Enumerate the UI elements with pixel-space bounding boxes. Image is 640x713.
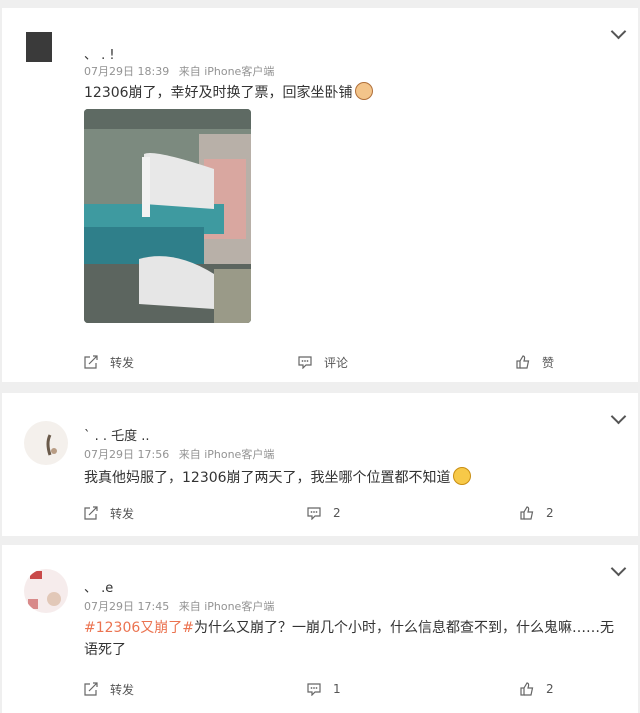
like-button[interactable]: 2: [520, 677, 554, 701]
post-text: #12306又崩了#为什么又崩了？一崩几个小时，什么信息都查不到，什么鬼嘛……无…: [84, 617, 624, 661]
post-image[interactable]: [84, 109, 251, 323]
post-date[interactable]: 07月29日 18:39: [84, 65, 169, 78]
post-date[interactable]: 07月29日 17:56: [84, 448, 169, 461]
avatar[interactable]: [24, 421, 68, 465]
post-source: 来自 iPhone客户端: [178, 600, 275, 613]
comment-icon: [298, 355, 312, 369]
avatar[interactable]: [26, 32, 52, 62]
comment-count: 2: [333, 506, 341, 520]
repost-button[interactable]: 转发: [84, 350, 134, 374]
chevron-down-icon[interactable]: [610, 408, 627, 425]
post-date[interactable]: 07月29日 17:45: [84, 600, 169, 613]
comment-button[interactable]: 1: [307, 677, 341, 701]
repost-label: 转发: [110, 682, 135, 697]
post-text: 12306崩了，幸好及时换了票，回家坐卧铺: [84, 82, 624, 104]
post-meta: 07月29日 17:56 来自 iPhone客户端: [84, 446, 280, 462]
crying-face-icon: [452, 467, 471, 485]
username[interactable]: ` . . 乇度 ..: [84, 425, 150, 444]
post-meta: 07月29日 17:45 来自 iPhone客户端: [84, 598, 280, 614]
train-berth-photo: [84, 109, 251, 323]
comment-icon: [307, 682, 321, 696]
post-text: 我真他妈服了，12306崩了两天了，我坐哪个位置都不知道: [84, 467, 624, 489]
post-actions: 转发 1 2: [2, 677, 638, 701]
username[interactable]: 、 . !: [84, 44, 115, 63]
like-button[interactable]: 赞: [516, 350, 554, 374]
like-button[interactable]: 2: [520, 501, 554, 525]
post-text-content: 我真他妈服了，12306崩了两天了，我坐哪个位置都不知道: [84, 470, 451, 486]
hashtag-link[interactable]: #12306又崩了#: [84, 620, 194, 636]
thumbs-up-icon: [516, 355, 530, 369]
repost-button[interactable]: 转发: [84, 501, 134, 525]
post-card: 、 . ! 07月29日 18:39 来自 iPhone客户端 12306崩了，…: [2, 8, 638, 382]
comment-button[interactable]: 评论: [298, 350, 348, 374]
like-count: 2: [546, 506, 554, 520]
post-text-content: 12306崩了，幸好及时换了票，回家坐卧铺: [84, 85, 353, 101]
chevron-down-icon[interactable]: [610, 560, 627, 577]
post-card: 、 .e 07月29日 17:45 来自 iPhone客户端 #12306又崩了…: [2, 545, 638, 713]
post-source: 来自 iPhone客户端: [178, 65, 275, 78]
cat-emoji-icon: [354, 82, 373, 100]
thumbs-up-icon: [520, 682, 534, 696]
like-count: 2: [546, 682, 554, 696]
post-card: ` . . 乇度 .. 07月29日 17:56 来自 iPhone客户端 我真…: [2, 393, 638, 536]
comment-label: 评论: [324, 355, 349, 370]
like-label: 赞: [542, 355, 555, 370]
post-source: 来自 iPhone客户端: [178, 448, 275, 461]
avatar-image: [46, 434, 57, 456]
post-meta: 07月29日 18:39 来自 iPhone客户端: [84, 63, 280, 79]
avatar[interactable]: [24, 569, 68, 613]
chevron-down-icon[interactable]: [610, 23, 627, 40]
repost-icon: [84, 682, 98, 696]
repost-icon: [84, 506, 98, 520]
username[interactable]: 、 .e: [84, 577, 113, 596]
repost-label: 转发: [110, 506, 135, 521]
post-actions: 转发 评论 赞: [2, 350, 638, 374]
repost-label: 转发: [110, 355, 135, 370]
repost-button[interactable]: 转发: [84, 677, 134, 701]
comment-button[interactable]: 2: [307, 501, 341, 525]
thumbs-up-icon: [520, 506, 534, 520]
comment-icon: [307, 506, 321, 520]
comment-count: 1: [333, 682, 341, 696]
repost-icon: [84, 355, 98, 369]
post-actions: 转发 2 2: [2, 501, 638, 525]
avatar-image: [28, 571, 61, 609]
